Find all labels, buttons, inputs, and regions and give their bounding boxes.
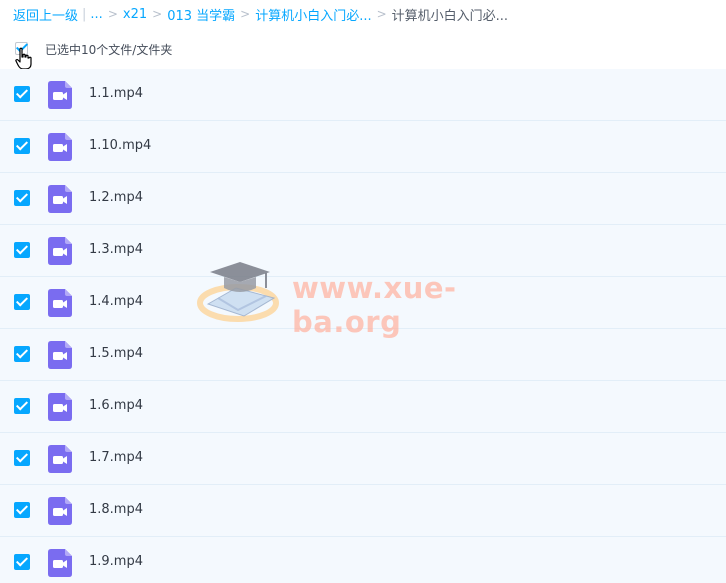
file-row[interactable]: 1.7.mp4 (0, 433, 726, 485)
checkmark-icon (15, 86, 29, 99)
breadcrumb-item-013[interactable]: 013 当学霸 (167, 5, 235, 24)
row-checkbox[interactable] (14, 86, 30, 102)
file-row[interactable]: 1.4.mp4 (0, 277, 726, 329)
file-name[interactable]: 1.8.mp4 (89, 502, 143, 517)
selection-summary: 已选中10个文件/文件夹 (45, 43, 173, 57)
checkmark-icon (15, 346, 29, 359)
file-name[interactable]: 1.7.mp4 (89, 450, 143, 465)
checkmark-icon (15, 242, 29, 255)
breadcrumb-item-parent[interactable]: 计算机小白入门必... (255, 5, 371, 24)
video-file-icon (48, 237, 72, 265)
checkmark-icon (15, 294, 29, 307)
breadcrumb-divider: | (82, 6, 87, 22)
checkmark-icon (15, 502, 29, 515)
row-checkbox[interactable] (14, 242, 30, 258)
video-file-icon (48, 497, 72, 525)
video-file-icon (48, 393, 72, 421)
file-row[interactable]: 1.9.mp4 (0, 537, 726, 583)
file-name[interactable]: 1.3.mp4 (89, 242, 143, 257)
breadcrumb: 返回上一级 | ... > x21 > 013 当学霸 > 计算机小白入门必..… (13, 5, 509, 24)
row-checkbox[interactable] (14, 294, 30, 310)
file-name[interactable]: 1.10.mp4 (89, 138, 151, 153)
file-row[interactable]: 1.2.mp4 (0, 173, 726, 225)
file-name[interactable]: 1.9.mp4 (89, 554, 143, 569)
row-checkbox[interactable] (14, 554, 30, 570)
hand-pointer-cursor-icon (15, 47, 32, 70)
row-checkbox[interactable] (14, 138, 30, 154)
video-file-icon (48, 185, 72, 213)
file-row[interactable]: 1.1.mp4 (0, 69, 726, 121)
file-row[interactable]: 1.10.mp4 (0, 121, 726, 173)
file-name[interactable]: 1.6.mp4 (89, 398, 143, 413)
video-file-icon (48, 289, 72, 317)
file-name[interactable]: 1.1.mp4 (89, 86, 143, 101)
checkmark-icon (15, 398, 29, 411)
file-row[interactable]: 1.5.mp4 (0, 329, 726, 381)
video-file-icon (48, 445, 72, 473)
breadcrumb-back-link[interactable]: 返回上一级 (13, 5, 78, 24)
checkmark-icon (15, 190, 29, 203)
file-row[interactable]: 1.6.mp4 (0, 381, 726, 433)
file-row[interactable]: 1.8.mp4 (0, 485, 726, 537)
selection-bar: 已选中10个文件/文件夹 (0, 37, 726, 70)
row-checkbox[interactable] (14, 346, 30, 362)
breadcrumb-item-x21[interactable]: x21 (123, 7, 147, 22)
chevron-right-icon: > (152, 7, 163, 21)
chevron-right-icon: > (376, 7, 387, 21)
video-file-icon (48, 549, 72, 577)
row-checkbox[interactable] (14, 398, 30, 414)
file-name[interactable]: 1.2.mp4 (89, 190, 143, 205)
video-file-icon (48, 341, 72, 369)
video-file-icon (48, 133, 72, 161)
file-row[interactable]: 1.3.mp4 (0, 225, 726, 277)
breadcrumb-current: 计算机小白入门必... (391, 8, 509, 24)
file-name[interactable]: 1.4.mp4 (89, 294, 143, 309)
checkmark-icon (15, 138, 29, 151)
chevron-right-icon: > (240, 7, 251, 21)
row-checkbox[interactable] (14, 190, 30, 206)
file-list: 1.1.mp4 1.10.mp4 1.2.mp4 1.3.mp4 1.4.mp4 1.5.… (0, 69, 726, 583)
row-checkbox[interactable] (14, 502, 30, 518)
row-checkbox[interactable] (14, 450, 30, 466)
checkmark-icon (15, 450, 29, 463)
video-file-icon (48, 81, 72, 109)
breadcrumb-ellipsis[interactable]: ... (90, 7, 102, 22)
file-name[interactable]: 1.5.mp4 (89, 346, 143, 361)
checkmark-icon (15, 554, 29, 567)
chevron-right-icon: > (107, 7, 118, 21)
